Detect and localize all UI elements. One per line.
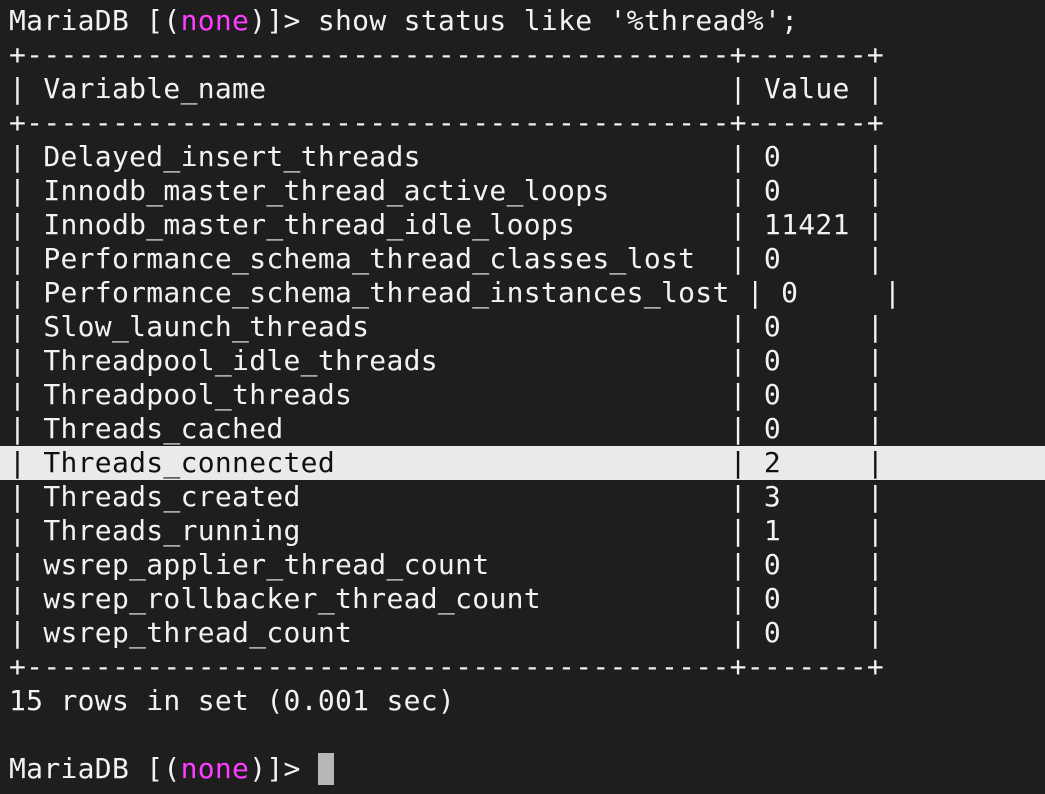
table-row: | Threads_created | 3 | (9, 480, 885, 513)
table-top-border: +---------------------------------------… (9, 38, 885, 71)
table-row: | wsrep_rollbacker_thread_count | 0 | (9, 582, 885, 615)
command-text: show status like '%thread%'; (317, 4, 799, 37)
table-row: | Threadpool_idle_threads | 0 | (9, 344, 885, 377)
table-row: | Threadpool_threads | 0 | (9, 378, 885, 411)
command-line: MariaDB [(none)]> show status like '%thr… (9, 4, 1045, 38)
table-header-border: +---------------------------------------… (9, 106, 885, 139)
table-row: | wsrep_thread_count | 0 | (9, 616, 885, 649)
table-row: | wsrep_applier_thread_count | 0 | (9, 548, 885, 581)
cursor-block[interactable] (317, 753, 334, 785)
prompt-database: none (180, 752, 250, 785)
table-row: | Innodb_master_thread_active_loops | 0 … (9, 174, 885, 207)
prompt-prefix: MariaDB [( (9, 752, 181, 785)
table-row: | Performance_schema_thread_classes_lost… (9, 242, 885, 275)
table-row: | Threads_cached | 0 | (9, 412, 885, 445)
table-header: | Variable_name | Value | (9, 72, 885, 105)
table-row: | Threads_running | 1 | (9, 514, 885, 547)
table-row-highlighted: | Threads_connected | 2 | (0, 446, 1045, 480)
prompt-suffix: )]> (249, 752, 318, 785)
prompt-database: none (180, 4, 250, 37)
table-row: | Delayed_insert_threads | 0 | (9, 140, 885, 173)
terminal-window[interactable]: MariaDB [(none)]> show status like '%thr… (0, 0, 1045, 794)
result-summary: 15 rows in set (0.001 sec) (9, 684, 456, 717)
table-row: | Innodb_master_thread_idle_loops | 1142… (9, 208, 885, 241)
active-prompt-line[interactable]: MariaDB [(none)]> (9, 752, 1045, 786)
table-bottom-border: +---------------------------------------… (9, 650, 885, 683)
table-row: | Performance_schema_thread_instances_lo… (9, 276, 902, 309)
prompt-prefix: MariaDB [( (9, 4, 181, 37)
table-row: | Slow_launch_threads | 0 | (9, 310, 885, 343)
prompt-suffix: )]> (249, 4, 318, 37)
